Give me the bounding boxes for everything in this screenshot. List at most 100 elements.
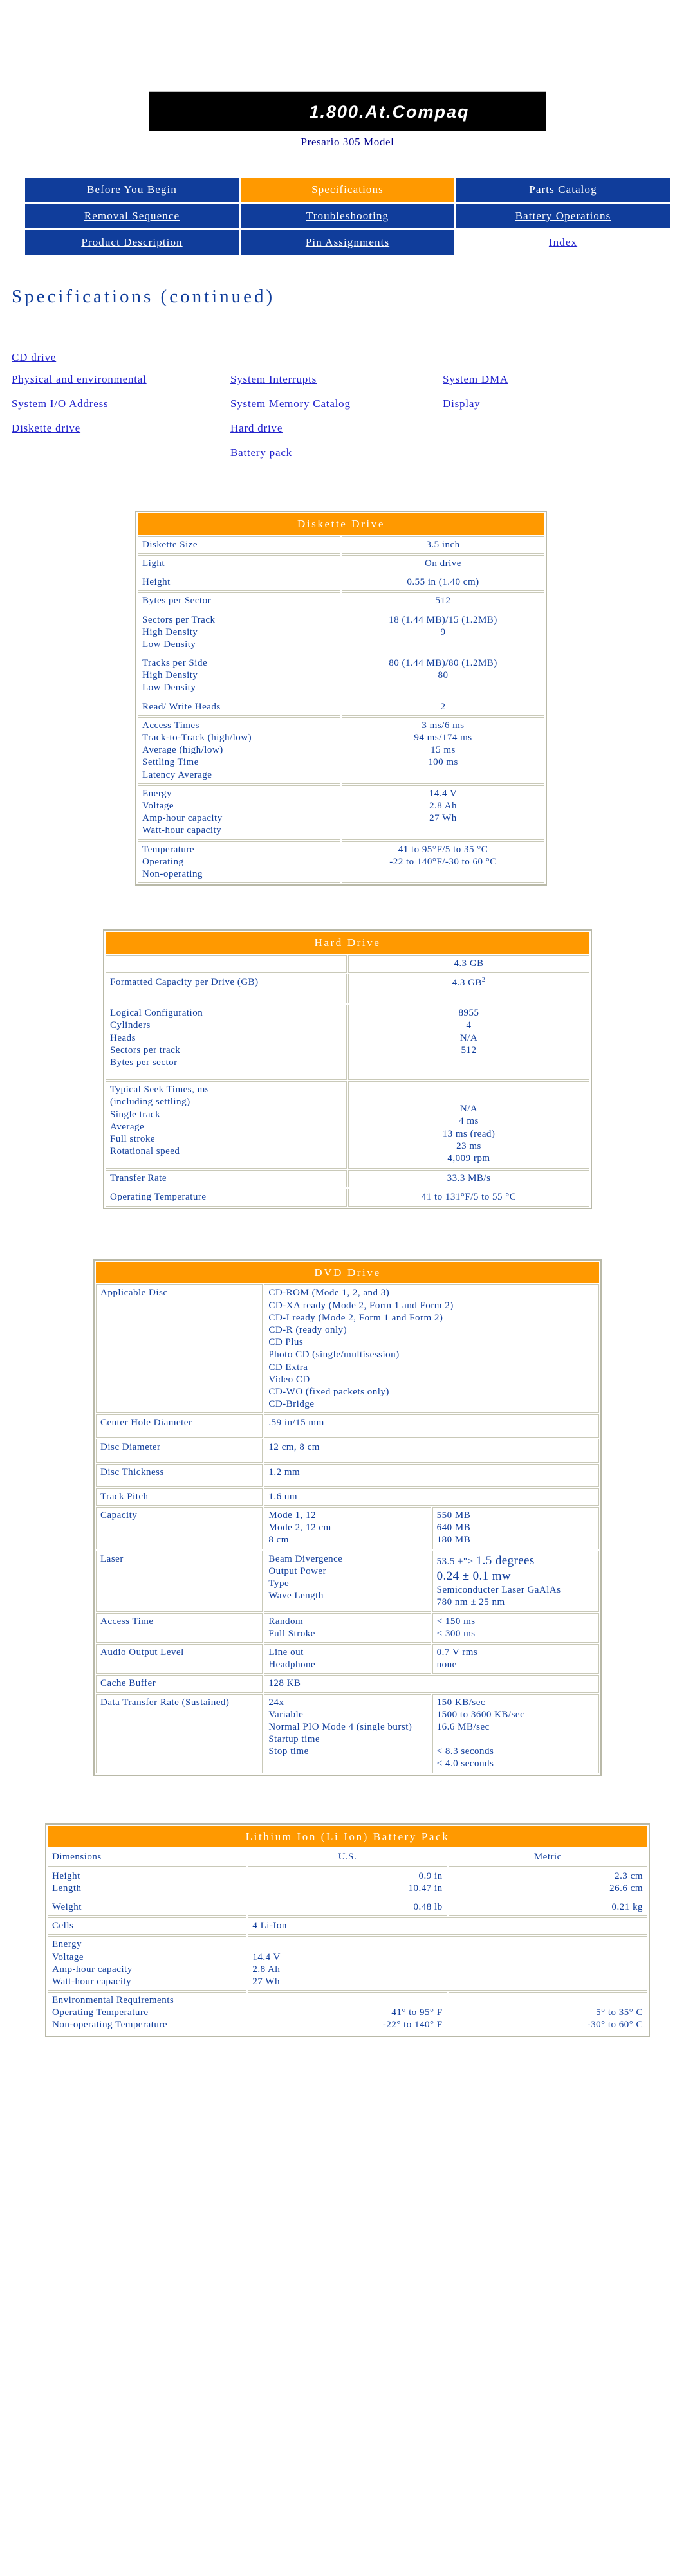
nav-link-pin-assignments[interactable]: Pin Assignments (306, 236, 389, 248)
nav-link-index[interactable]: Index (549, 236, 577, 248)
index-link-display[interactable]: Display (443, 397, 480, 410)
index-link-hard-drive[interactable]: Hard drive (230, 422, 283, 434)
nav-link-removal-sequence[interactable]: Removal Sequence (84, 210, 180, 222)
compaq-logo-text: 1.800.At.Compaq (309, 102, 470, 122)
row-label: Disc Diameter (96, 1439, 263, 1463)
row-value: 33.3 MB/s (348, 1170, 589, 1188)
row-label: Formatted Capacity per Drive (GB) (106, 974, 347, 1004)
table-row: Disc Diameter 12 cm, 8 cm (96, 1439, 599, 1463)
row-value: CD-ROM (Mode 1, 2, and 3) CD-XA ready (M… (264, 1284, 599, 1414)
table-row-data-transfer-rate: Data Transfer Rate (Sustained) 24x Variab… (96, 1694, 599, 1773)
nav-link-specifications[interactable]: Specifications (311, 183, 384, 196)
table-row: Center Hole Diameter .59 in/15 mm (96, 1414, 599, 1438)
index-link-cd-drive[interactable]: CD drive (12, 351, 56, 363)
nav-cell-index[interactable]: Index (456, 230, 670, 255)
row-label: Bytes per Sector (138, 592, 340, 610)
table-row: Operating Temperature 41 to 131°F/5 to 5… (106, 1189, 589, 1207)
index-links-table: Physical and environmental System Interr… (12, 373, 565, 471)
row-value-metric: 5° to 35° C -30° to 60° C (448, 1992, 647, 2034)
index-links-row: System I/O Address System Memory Catalog… (12, 397, 565, 422)
nav-link-battery-operations[interactable]: Battery Operations (515, 210, 611, 222)
nav-cell-product-description[interactable]: Product Description (25, 230, 239, 255)
table-row: Height 0.55 in (1.40 cm) (138, 574, 544, 592)
row-value: < 150 ms < 300 ms (432, 1612, 599, 1643)
nav-cell-before-you-begin[interactable]: Before You Begin (25, 178, 239, 202)
table-header-row: DVD Drive (96, 1261, 599, 1284)
disc-item: Photo CD (single/multisession) (268, 1349, 400, 1360)
index-link-physical-and-environmental[interactable]: Physical and environmental (12, 373, 147, 385)
row-label: Laser (96, 1550, 263, 1612)
nav-cell-removal-sequence[interactable]: Removal Sequence (25, 204, 239, 228)
nav-cell-troubleshooting[interactable]: Troubleshooting (241, 204, 454, 228)
row-value-us: 41° to 95° F -22° to 140° F (248, 1992, 447, 2034)
row-value: 3.5 inch (342, 536, 544, 554)
row-label: Data Transfer Rate (Sustained) (96, 1694, 263, 1773)
row-label: Capacity (96, 1507, 263, 1549)
row-value: N/A 4 ms 13 ms (read) 23 ms 4,009 rpm (348, 1081, 589, 1169)
row-value-us: 0.9 in 10.47 in (248, 1867, 447, 1897)
row-value-text: 4.3 GB (452, 978, 482, 988)
index-links-row: Diskette drive Hard drive (12, 422, 565, 446)
table-row-laser: Laser Beam Divergence Output Power Type Wav… (96, 1550, 599, 1612)
compaq-logo-banner: 1.800.At.Compaq (149, 91, 546, 131)
row-label: Weight (48, 1898, 247, 1917)
row-label: Typical Seek Times, ms (including settlin… (106, 1081, 347, 1169)
index-link-system-dma[interactable]: System DMA (443, 373, 508, 385)
disc-item: CD Plus (268, 1337, 304, 1348)
laser-type: Semiconducter Laser GaAlAs (436, 1585, 561, 1596)
nav-cell-battery-operations[interactable]: Battery Operations (456, 204, 670, 228)
row-value: 3 ms/6 ms 94 ms/174 ms 15 ms 100 ms (342, 717, 544, 784)
table-row-audio-output: Audio Output Level Line out Headphone 0.7… (96, 1643, 599, 1674)
index-link-battery-pack[interactable]: Battery pack (230, 446, 292, 459)
section-diskette-drive: Diskette Drive Diskette Size 3.5 inch Li… (0, 511, 695, 886)
index-link-system-interrupts[interactable]: System Interrupts (230, 373, 317, 385)
row-label: Track Pitch (96, 1488, 263, 1506)
battery-pack-table: Lithium Ion (Li Ion) Battery Pack Dimens… (45, 1823, 650, 2037)
table-row: Environmental Requirements Operating Temp… (48, 1992, 647, 2034)
laser-beam-divergence: 53.5 ±"> 1.5 degrees (436, 1553, 535, 1567)
nav-cell-parts-catalog[interactable]: Parts Catalog (456, 178, 670, 202)
column-header-metric: Metric (448, 1849, 647, 1867)
link-row-cd-drive: CD drive (12, 351, 655, 364)
row-value: 0.7 V rms none (432, 1643, 599, 1674)
row-label: Cells (48, 1917, 247, 1935)
index-link-system-memory-catalog[interactable]: System Memory Catalog (230, 397, 351, 410)
nav-cell-pin-assignments[interactable]: Pin Assignments (241, 230, 454, 255)
table-row-capacity: Capacity Mode 1, 12 Mode 2, 12 cm 8 cm 550… (96, 1507, 599, 1549)
row-label: Center Hole Diameter (96, 1414, 263, 1438)
page-title: Specifications (continued) (12, 286, 275, 307)
row-value: 80 (1.44 MB)/80 (1.2MB) 80 (342, 655, 544, 697)
row-value: 14.4 V 2.8 Ah 27 Wh (248, 1936, 647, 1991)
row-value: 128 KB (264, 1675, 599, 1693)
index-link-system-io-address[interactable]: System I/O Address (12, 397, 108, 410)
table-header-row: Lithium Ion (Li Ion) Battery Pack (48, 1825, 647, 1848)
nav-link-product-description[interactable]: Product Description (81, 236, 182, 248)
battery-pack-title: Lithium Ion (Li Ion) Battery Pack (48, 1825, 647, 1848)
table-row: Access Times Track-to-Track (high/low) Ave… (138, 717, 544, 784)
row-label: Access Time (96, 1612, 263, 1643)
table-row: Cells 4 Li-Ion (48, 1917, 647, 1935)
nav-link-troubleshooting[interactable]: Troubleshooting (306, 210, 389, 222)
nav-link-before-you-begin[interactable]: Before You Begin (87, 183, 177, 196)
main-navigation: Before You Begin Specifications Parts Ca… (0, 176, 695, 257)
table-row-cache-buffer: Cache Buffer 128 KB (96, 1675, 599, 1693)
row-sublabels: 24x Variable Normal PIO Mode 4 (single bur… (264, 1694, 431, 1773)
table-row-applicable-disc: Applicable Disc CD-ROM (Mode 1, 2, and 3… (96, 1284, 599, 1414)
table-row: Energy Voltage Amp-hour capacity Watt-hour … (48, 1936, 647, 1991)
index-link-diskette-drive[interactable]: Diskette drive (12, 422, 80, 434)
nav-cell-specifications[interactable]: Specifications (241, 178, 454, 202)
table-row-access-time: Access Time Random Full Stroke < 150 ms < … (96, 1612, 599, 1643)
disc-item: CD-I ready (Mode 2, Form 1 and Form 2) (268, 1312, 443, 1323)
disc-item: CD-Bridge (268, 1399, 315, 1410)
row-value: 1.6 um (264, 1488, 599, 1506)
row-label: Environmental Requirements Operating Temp… (48, 1992, 247, 2034)
row-value: 18 (1.44 MB)/15 (1.2MB) 9 (342, 611, 544, 654)
nav-link-parts-catalog[interactable]: Parts Catalog (529, 183, 597, 196)
table-row: Transfer Rate 33.3 MB/s (106, 1170, 589, 1188)
row-label: Disc Thickness (96, 1463, 263, 1487)
table-column-header-row: Dimensions U.S. Metric (48, 1849, 647, 1867)
disc-item: CD-XA ready (Mode 2, Form 1 and Form 2) (268, 1300, 454, 1311)
row-label: Light (138, 554, 340, 573)
row-value: 8955 4 N/A 512 (348, 1005, 589, 1081)
row-value: 550 MB 640 MB 180 MB (432, 1507, 599, 1549)
